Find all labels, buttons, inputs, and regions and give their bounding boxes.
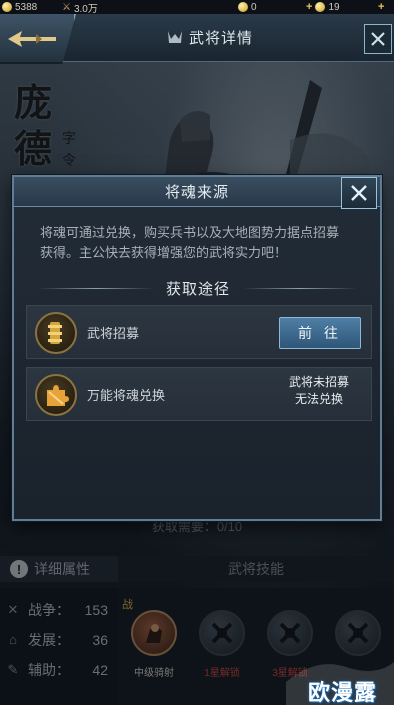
exchange-status: 武将未招募 无法兑换 (267, 374, 371, 408)
close-icon (371, 32, 385, 46)
dialog-title: 将魂来源 (164, 184, 229, 201)
routes-heading: 获取途径 (38, 277, 359, 299)
watermark-text: 欧漫露 (308, 680, 378, 705)
copper-coin-icon (238, 2, 248, 12)
ingot-amount: 19 (328, 1, 340, 13)
page-title-text: 武将详情 (188, 29, 253, 47)
status-line: 武将未招募 (288, 375, 349, 389)
coin-amount: 0 (251, 1, 257, 13)
divider (242, 287, 359, 289)
divider (38, 287, 154, 289)
dialog-close-button[interactable] (341, 177, 377, 209)
helmet-emblem-icon (167, 31, 182, 43)
page-title: 武将详情 (140, 22, 280, 52)
add-icon[interactable]: + (306, 1, 312, 13)
gold-amount: 5388 (15, 1, 38, 13)
dialog-header: 将魂来源 (14, 177, 380, 207)
gold-coin-icon (2, 2, 12, 12)
power-amount: 3.0万 (73, 3, 98, 15)
dialog-description: 将魂可通过兑换，购买兵书以及大地图势力据点招募 获得。主公快去获得增强您的武将实… (40, 223, 370, 263)
close-icon (351, 185, 367, 201)
route-name: 万能将魂兑换 (87, 387, 166, 403)
route-recruit: 武将招募 前 往 (26, 305, 372, 359)
description-line: 将魂可通过兑换，购买兵书以及大地图势力据点招募 (40, 225, 340, 240)
sword-icon: ⚔ (62, 1, 71, 13)
description-line: 获得。主公快去获得增强您的武将实力吧！ (40, 245, 288, 260)
power-resource: ⚔ 3.0万 (62, 0, 98, 15)
route-name: 武将招募 (87, 325, 140, 341)
scroll-icon (35, 312, 77, 354)
close-page-button[interactable] (364, 24, 392, 54)
back-arrow-icon (8, 31, 56, 47)
ingot-resource[interactable]: + 19 (306, 0, 340, 14)
ingot-icon (315, 2, 326, 12)
add-more-resource[interactable]: + (378, 0, 384, 14)
go-button[interactable]: 前 往 (279, 317, 361, 349)
soul-puzzle-icon (35, 374, 77, 416)
coin-resource[interactable]: 0 (238, 0, 257, 14)
resource-bar: 5388 ⚔ 3.0万 0 + 19 + (0, 0, 394, 15)
soul-source-dialog: 将魂来源 将魂可通过兑换，购买兵书以及大地图势力据点招募 获得。主公快去获得增强… (12, 175, 382, 521)
route-exchange: 万能将魂兑换 武将未招募 无法兑换 (26, 367, 372, 421)
add-icon[interactable]: + (378, 1, 384, 13)
gold-resource: 5388 (2, 0, 37, 14)
status-line: 无法兑换 (294, 392, 343, 406)
routes-title: 获取途径 (166, 280, 231, 298)
